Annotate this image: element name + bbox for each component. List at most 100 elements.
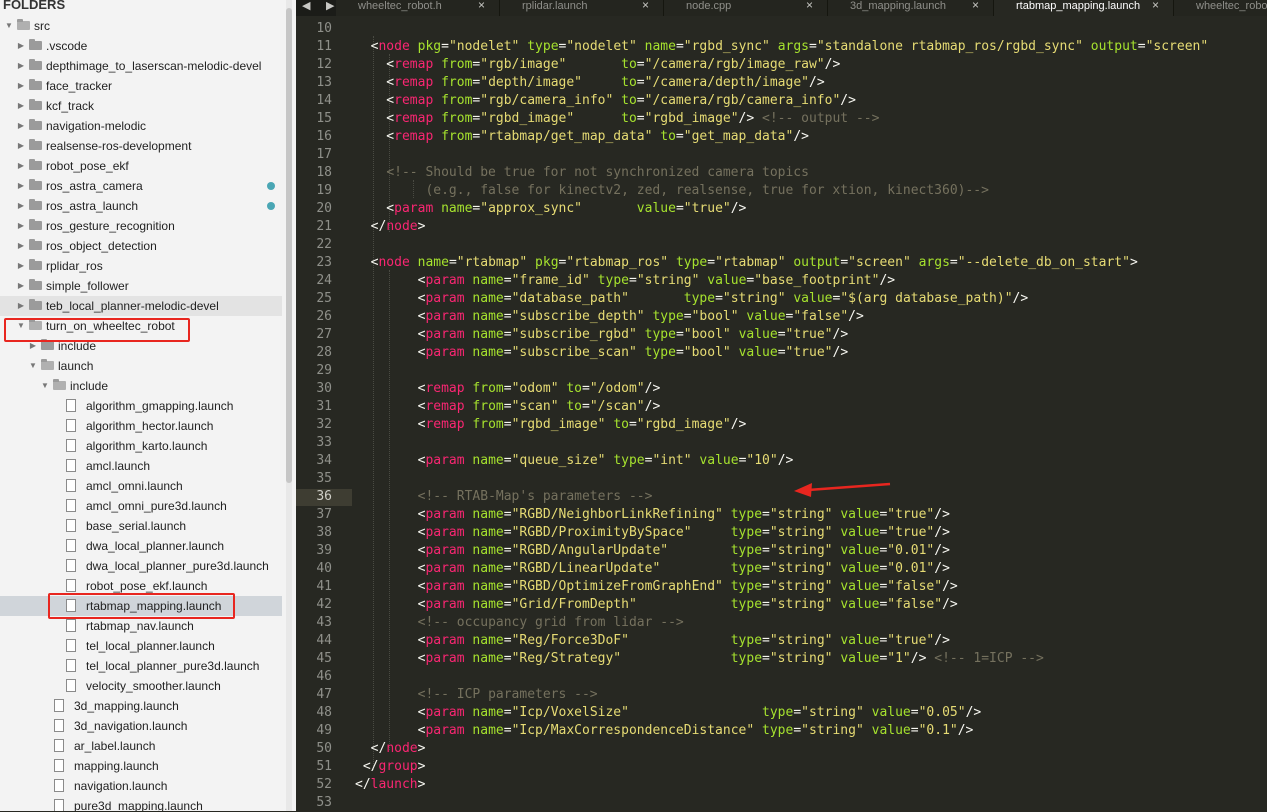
code-line[interactable]: <!-- ICP parameters --> <box>355 686 598 704</box>
chevron-right-icon[interactable]: ▶ <box>16 36 26 56</box>
sidebar-scrollbar-thumb[interactable] <box>286 8 292 483</box>
code-line[interactable]: <node pkg="nodelet" type="nodelet" name=… <box>355 38 1209 56</box>
code-line[interactable]: (e.g., false for kinectv2, zed, realsens… <box>355 182 989 200</box>
file-row[interactable]: velocity_smoother.launch <box>0 676 282 696</box>
chevron-right-icon[interactable]: ▶ <box>16 236 26 256</box>
code-line[interactable]: <param name="subscribe_scan" type="bool"… <box>355 344 849 362</box>
code-line[interactable]: <param name="approx_sync" value="true"/> <box>355 200 746 218</box>
folder-row[interactable]: ▶ robot_pose_ekf <box>0 156 282 176</box>
file-row[interactable]: algorithm_karto.launch <box>0 436 282 456</box>
code-line[interactable]: <remap from="depth/image" to="/camera/de… <box>355 74 824 92</box>
code-line[interactable]: <remap from="rgb/image" to="/camera/rgb/… <box>355 56 840 74</box>
chevron-right-icon[interactable]: ▶ <box>16 256 26 276</box>
code-line[interactable]: <!-- Should be true for not synchronized… <box>355 164 809 182</box>
file-row[interactable]: 3d_navigation.launch <box>0 716 282 736</box>
folder-row[interactable]: ▶ ros_astra_launch <box>0 196 282 216</box>
code-line[interactable]: <remap from="rgb/camera_info" to="/camer… <box>355 92 856 110</box>
code-line[interactable]: <param name="subscribe_rgbd" type="bool"… <box>355 326 849 344</box>
tab-3[interactable]: node.cpp × <box>664 0 828 16</box>
file-row[interactable]: rtabmap_nav.launch <box>0 616 282 636</box>
folder-row[interactable]: ▶ ros_object_detection <box>0 236 282 256</box>
code-line[interactable]: <remap from="rtabmap/get_map_data" to="g… <box>355 128 809 146</box>
close-tab-icon[interactable]: × <box>1152 0 1159 11</box>
folder-row[interactable]: ▶ .vscode <box>0 36 282 56</box>
file-row[interactable]: algorithm_hector.launch <box>0 416 282 436</box>
tab-prev-icon[interactable]: ◀ <box>302 0 310 12</box>
chevron-down-icon[interactable]: ▼ <box>40 376 50 396</box>
code-line[interactable]: <!-- occupancy grid from lidar --> <box>355 614 684 632</box>
file-row[interactable]: dwa_local_planner_pure3d.launch <box>0 556 282 576</box>
file-row[interactable]: algorithm_gmapping.launch <box>0 396 282 416</box>
folder-row[interactable]: ▶ simple_follower <box>0 276 282 296</box>
code-line[interactable]: <remap from="rgbd_image" to="rgbd_image"… <box>355 416 747 434</box>
folder-row[interactable]: ▶ teb_local_planner-melodic-devel <box>0 296 282 316</box>
code-line[interactable]: <param name="RGBD/OptimizeFromGraphEnd" … <box>355 578 958 596</box>
code-line[interactable]: <param name="frame_id" type="string" val… <box>355 272 896 290</box>
chevron-right-icon[interactable]: ▶ <box>16 296 26 316</box>
folder-row[interactable]: ▶ ros_astra_camera <box>0 176 282 196</box>
code-line[interactable]: <param name="Reg/Strategy" type="string"… <box>355 650 1044 668</box>
chevron-right-icon[interactable]: ▶ <box>16 156 26 176</box>
chevron-right-icon[interactable]: ▶ <box>16 96 26 116</box>
file-row[interactable]: navigation.launch <box>0 776 282 796</box>
code-line[interactable]: <param name="RGBD/AngularUpdate" type="s… <box>355 542 950 560</box>
tab-2[interactable]: rplidar.launch × <box>500 0 664 16</box>
chevron-right-icon[interactable]: ▶ <box>16 216 26 236</box>
folder-row[interactable]: ▶ realsense-ros-development <box>0 136 282 156</box>
code-line[interactable]: <param name="Icp/MaxCorrespondenceDistan… <box>355 722 974 740</box>
chevron-right-icon[interactable]: ▶ <box>16 276 26 296</box>
code-line[interactable]: </group> <box>355 758 426 776</box>
code-line[interactable]: <remap from="rgbd_image" to="rgbd_image"… <box>355 110 879 128</box>
chevron-right-icon[interactable]: ▶ <box>16 116 26 136</box>
folder-row[interactable]: ▶ ros_gesture_recognition <box>0 216 282 236</box>
code-line[interactable]: <param name="subscribe_depth" type="bool… <box>355 308 864 326</box>
file-row[interactable]: amcl_omni.launch <box>0 476 282 496</box>
code-editor[interactable]: 10 11 12 13 14 15 16 17 18 19 20 21 22 23 24 25 26 27 28 29… <box>296 16 1267 811</box>
code-line[interactable]: <node name="rtabmap" pkg="rtabmap_ros" t… <box>355 254 1138 272</box>
file-row[interactable]: mapping.launch <box>0 756 282 776</box>
code-line[interactable]: <param name="RGBD/ProximityBySpace" type… <box>355 524 950 542</box>
folder-row[interactable]: ▶ depthimage_to_laserscan-melodic-devel <box>0 56 282 76</box>
folder-row[interactable]: ▼ src <box>0 16 282 36</box>
chevron-down-icon[interactable]: ▼ <box>28 356 38 376</box>
file-row[interactable]: tel_local_planner_pure3d.launch <box>0 656 282 676</box>
file-row[interactable]: amcl_omni_pure3d.launch <box>0 496 282 516</box>
folder-row[interactable]: ▼ include <box>0 376 282 396</box>
code-line[interactable]: <remap from="odom" to="/odom"/> <box>355 380 661 398</box>
file-row[interactable]: pure3d_mapping.launch <box>0 796 282 811</box>
code-line[interactable]: <param name="queue_size" type="int" valu… <box>355 452 794 470</box>
tab-1[interactable]: wheeltec_robot.h × <box>336 0 500 16</box>
file-row[interactable]: ar_label.launch <box>0 736 282 756</box>
file-row[interactable]: amcl.launch <box>0 456 282 476</box>
code-line[interactable]: </node> <box>355 740 426 758</box>
code-line[interactable]: </launch> <box>355 776 425 794</box>
tab-5[interactable]: rtabmap_mapping.launch × <box>994 0 1174 16</box>
file-row[interactable]: base_serial.launch <box>0 516 282 536</box>
file-row[interactable]: tel_local_planner.launch <box>0 636 282 656</box>
file-row[interactable]: dwa_local_planner.launch <box>0 536 282 556</box>
code-line[interactable]: <!-- RTAB-Map's parameters --> <box>355 488 653 506</box>
chevron-right-icon[interactable]: ▶ <box>16 56 26 76</box>
chevron-right-icon[interactable]: ▶ <box>16 76 26 96</box>
close-tab-icon[interactable]: × <box>478 0 485 11</box>
tab-6[interactable]: wheeltec_robot <box>1174 0 1267 16</box>
code-line[interactable]: <param name="RGBD/LinearUpdate" type="st… <box>355 560 950 578</box>
chevron-down-icon[interactable]: ▼ <box>4 16 14 36</box>
tab-next-icon[interactable]: ▶ <box>326 0 334 12</box>
folder-row[interactable]: ▶ kcf_track <box>0 96 282 116</box>
code-line[interactable]: <param name="Reg/Force3DoF" type="string… <box>355 632 950 650</box>
folder-row[interactable]: ▶ navigation-melodic <box>0 116 282 136</box>
close-tab-icon[interactable]: × <box>642 0 649 11</box>
folder-row[interactable]: ▶ face_tracker <box>0 76 282 96</box>
code-line[interactable]: <param name="database_path" type="string… <box>355 290 1029 308</box>
chevron-right-icon[interactable]: ▶ <box>16 196 26 216</box>
close-tab-icon[interactable]: × <box>972 0 979 11</box>
folder-row[interactable]: ▶ rplidar_ros <box>0 256 282 276</box>
code-line[interactable]: </node> <box>355 218 426 236</box>
chevron-right-icon[interactable]: ▶ <box>16 136 26 156</box>
file-row[interactable]: 3d_mapping.launch <box>0 696 282 716</box>
folder-row[interactable]: ▼ launch <box>0 356 282 376</box>
code-line[interactable]: <remap from="scan" to="/scan"/> <box>355 398 661 416</box>
code-line[interactable]: <param name="Icp/VoxelSize" type="string… <box>355 704 982 722</box>
tab-4[interactable]: 3d_mapping.launch × <box>828 0 994 16</box>
